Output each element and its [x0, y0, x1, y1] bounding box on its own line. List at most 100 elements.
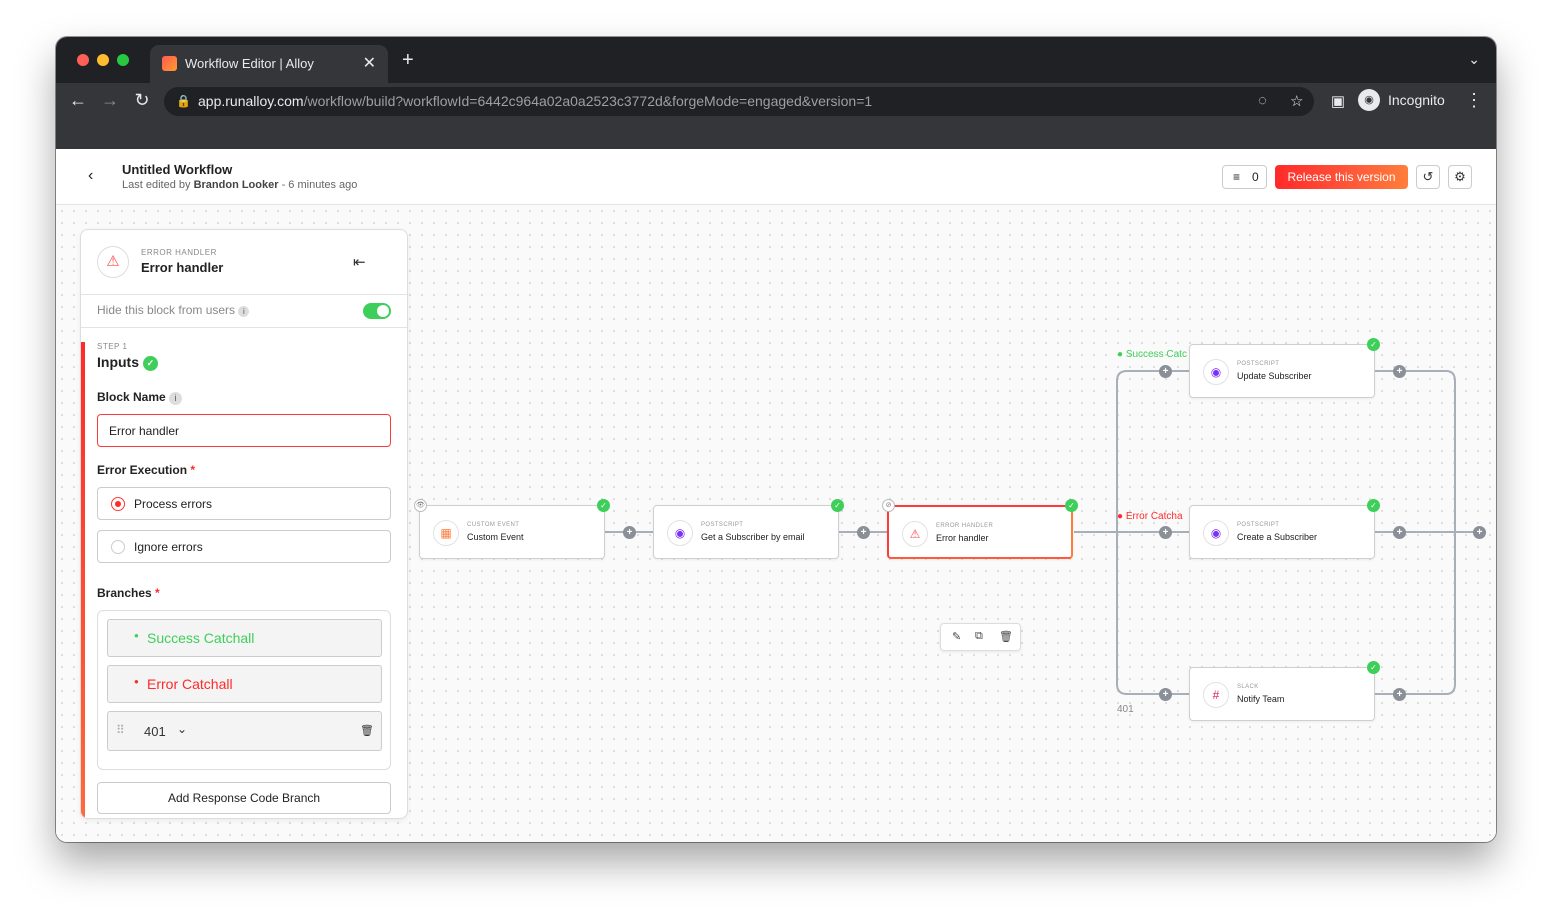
settings-gear-icon[interactable]: ⚙ [1448, 165, 1472, 189]
forward-arrow-icon[interactable]: → [98, 90, 122, 111]
add-step-icon[interactable]: + [623, 526, 636, 539]
branch-label-success: ● Success Catc [1117, 349, 1187, 360]
edit-pencil-icon[interactable]: ✎ [952, 630, 961, 643]
block-name-input[interactable]: Error handler [97, 414, 391, 447]
node-caption: SLACK [1237, 684, 1259, 690]
node-get-subscriber[interactable]: ◉ POSTSCRIPT Get a Subscriber by email [653, 505, 839, 559]
back-chevron-icon[interactable]: ‹ [88, 167, 93, 185]
add-step-icon[interactable]: + [1393, 688, 1406, 701]
eye-off-icon[interactable]: ⊘ [882, 499, 895, 512]
drag-handle-icon[interactable]: ⠿ [116, 723, 125, 737]
trash-icon[interactable]: 🗑 [360, 724, 374, 737]
add-step-icon[interactable]: + [857, 526, 870, 539]
branch-label-code: 401 [1117, 704, 1134, 715]
connector-line [1116, 532, 1189, 695]
divider [81, 294, 407, 295]
node-notify-team[interactable]: # SLACK Notify Team [1189, 667, 1375, 721]
check-icon: ✓ [597, 499, 610, 512]
step-indicator-bar [81, 342, 85, 818]
add-step-icon[interactable]: + [1393, 526, 1406, 539]
workflow-title[interactable]: Untitled Workflow [122, 162, 232, 177]
node-name: Error handler [936, 533, 989, 543]
postscript-icon: ◉ [667, 520, 693, 546]
last-edited: Last edited by Brandon Looker - 6 minute… [122, 179, 358, 191]
slack-icon: # [1203, 682, 1229, 708]
url-text: app.runalloy.com/workflow/build?workflow… [198, 93, 873, 109]
minimize-window-button[interactable] [97, 54, 109, 66]
branch-response-code[interactable]: ⠿ 401 ⌄ 🗑 [107, 711, 382, 751]
add-step-icon[interactable]: + [1159, 365, 1172, 378]
back-arrow-icon[interactable]: ← [66, 90, 90, 111]
browser-titlebar: Workflow Editor | Alloy ✕ + ⌄ [56, 37, 1496, 83]
check-icon: ✓ [142, 356, 158, 371]
hide-block-toggle[interactable] [363, 303, 391, 319]
browser-tab[interactable]: Workflow Editor | Alloy ✕ [150, 45, 388, 83]
maximize-window-button[interactable] [117, 54, 129, 66]
node-name: Notify Team [1237, 694, 1285, 704]
workflow-editor: ‹ Untitled Workflow Last edited by Brand… [56, 149, 1496, 842]
add-step-icon[interactable]: + [1159, 526, 1172, 539]
node-name: Custom Event [467, 532, 524, 542]
custom-event-icon: ▦ [433, 520, 459, 546]
node-custom-event[interactable]: ▦ CUSTOM EVENT Custom Event [419, 505, 605, 559]
node-update-subscriber[interactable]: ◉ POSTSCRIPT Update Subscriber [1189, 344, 1375, 398]
hide-block-label: Hide this block from users i [97, 303, 250, 317]
lock-icon: 🔒 [176, 94, 191, 108]
trash-icon[interactable]: 🗑 [999, 630, 1013, 643]
check-icon: ✓ [1367, 499, 1380, 512]
collapse-panel-icon[interactable]: ⇤ [353, 253, 366, 271]
duplicate-icon[interactable]: ⧉ [975, 630, 983, 643]
radio-unselected[interactable] [111, 540, 125, 554]
error-execution-label: Error Execution * [97, 463, 196, 477]
eye-off-icon[interactable]: ◌ [1258, 92, 1267, 109]
branch-success-catchall[interactable]: ● Success Catchall [107, 619, 382, 657]
browser-toolbar: ← → ↻ 🔒 app.runalloy.com/workflow/build?… [56, 83, 1496, 121]
branches-label: Branches * [97, 586, 160, 600]
node-caption: POSTSCRIPT [1237, 522, 1280, 528]
eye-icon[interactable]: 👁 [414, 499, 427, 512]
option-label: Ignore errors [134, 540, 203, 554]
info-icon: i [169, 392, 183, 405]
node-caption: ERROR HANDLER [936, 523, 994, 529]
side-panel-icon[interactable]: ▣ [1326, 92, 1350, 110]
check-icon: ✓ [831, 499, 844, 512]
reload-icon[interactable]: ↻ [130, 90, 154, 111]
release-version-button[interactable]: Release this version [1275, 165, 1408, 189]
response-code-select[interactable]: 401 [144, 724, 166, 739]
editor-header: ‹ Untitled Workflow Last edited by Brand… [56, 149, 1496, 205]
close-window-button[interactable] [77, 54, 89, 66]
node-create-subscriber[interactable]: ◉ POSTSCRIPT Create a Subscriber [1189, 505, 1375, 559]
info-icon: i [238, 306, 250, 317]
add-step-icon[interactable]: + [1473, 526, 1486, 539]
add-step-icon[interactable]: + [1159, 688, 1172, 701]
browser-window: Workflow Editor | Alloy ✕ + ⌄ ← → ↻ 🔒 ap… [56, 37, 1496, 842]
history-icon[interactable]: ↺ [1416, 165, 1440, 189]
list-icon: ≡ [1233, 170, 1241, 184]
branch-error-catchall[interactable]: ● Error Catchall [107, 665, 382, 703]
node-name: Get a Subscriber by email [701, 532, 805, 542]
add-response-code-branch-button[interactable]: Add Response Code Branch [97, 782, 391, 814]
address-bar[interactable]: 🔒 app.runalloy.com/workflow/build?workfl… [164, 87, 1314, 116]
node-error-handler[interactable]: ⚠ ERROR HANDLER Error handler [887, 505, 1073, 559]
branch-label-error: ● Error Catcha [1117, 511, 1183, 522]
node-caption: CUSTOM EVENT [467, 522, 520, 528]
chevron-down-icon[interactable]: ⌄ [177, 722, 187, 736]
option-ignore-errors[interactable]: Ignore errors [97, 530, 391, 563]
browser-menu-icon[interactable]: ⋮ [1462, 90, 1486, 111]
tab-title: Workflow Editor | Alloy [185, 56, 314, 71]
tab-close-icon[interactable]: ✕ [363, 53, 376, 73]
postscript-icon: ◉ [1203, 520, 1229, 546]
bookmarks-bar [56, 121, 1496, 149]
panel-caption: ERROR HANDLER [141, 248, 217, 257]
step-caption: STEP 1 [97, 342, 128, 351]
star-icon[interactable]: ☆ [1290, 92, 1303, 110]
node-name: Create a Subscriber [1237, 532, 1318, 542]
radio-selected[interactable] [111, 497, 125, 511]
check-icon: ✓ [1367, 661, 1380, 674]
new-tab-button[interactable]: + [402, 49, 414, 72]
add-step-icon[interactable]: + [1393, 365, 1406, 378]
notes-count-button[interactable]: ≡ 0 [1222, 165, 1267, 189]
tab-search-chevron-icon[interactable]: ⌄ [1468, 51, 1480, 68]
option-process-errors[interactable]: Process errors [97, 487, 391, 520]
connector-line [1116, 370, 1189, 532]
